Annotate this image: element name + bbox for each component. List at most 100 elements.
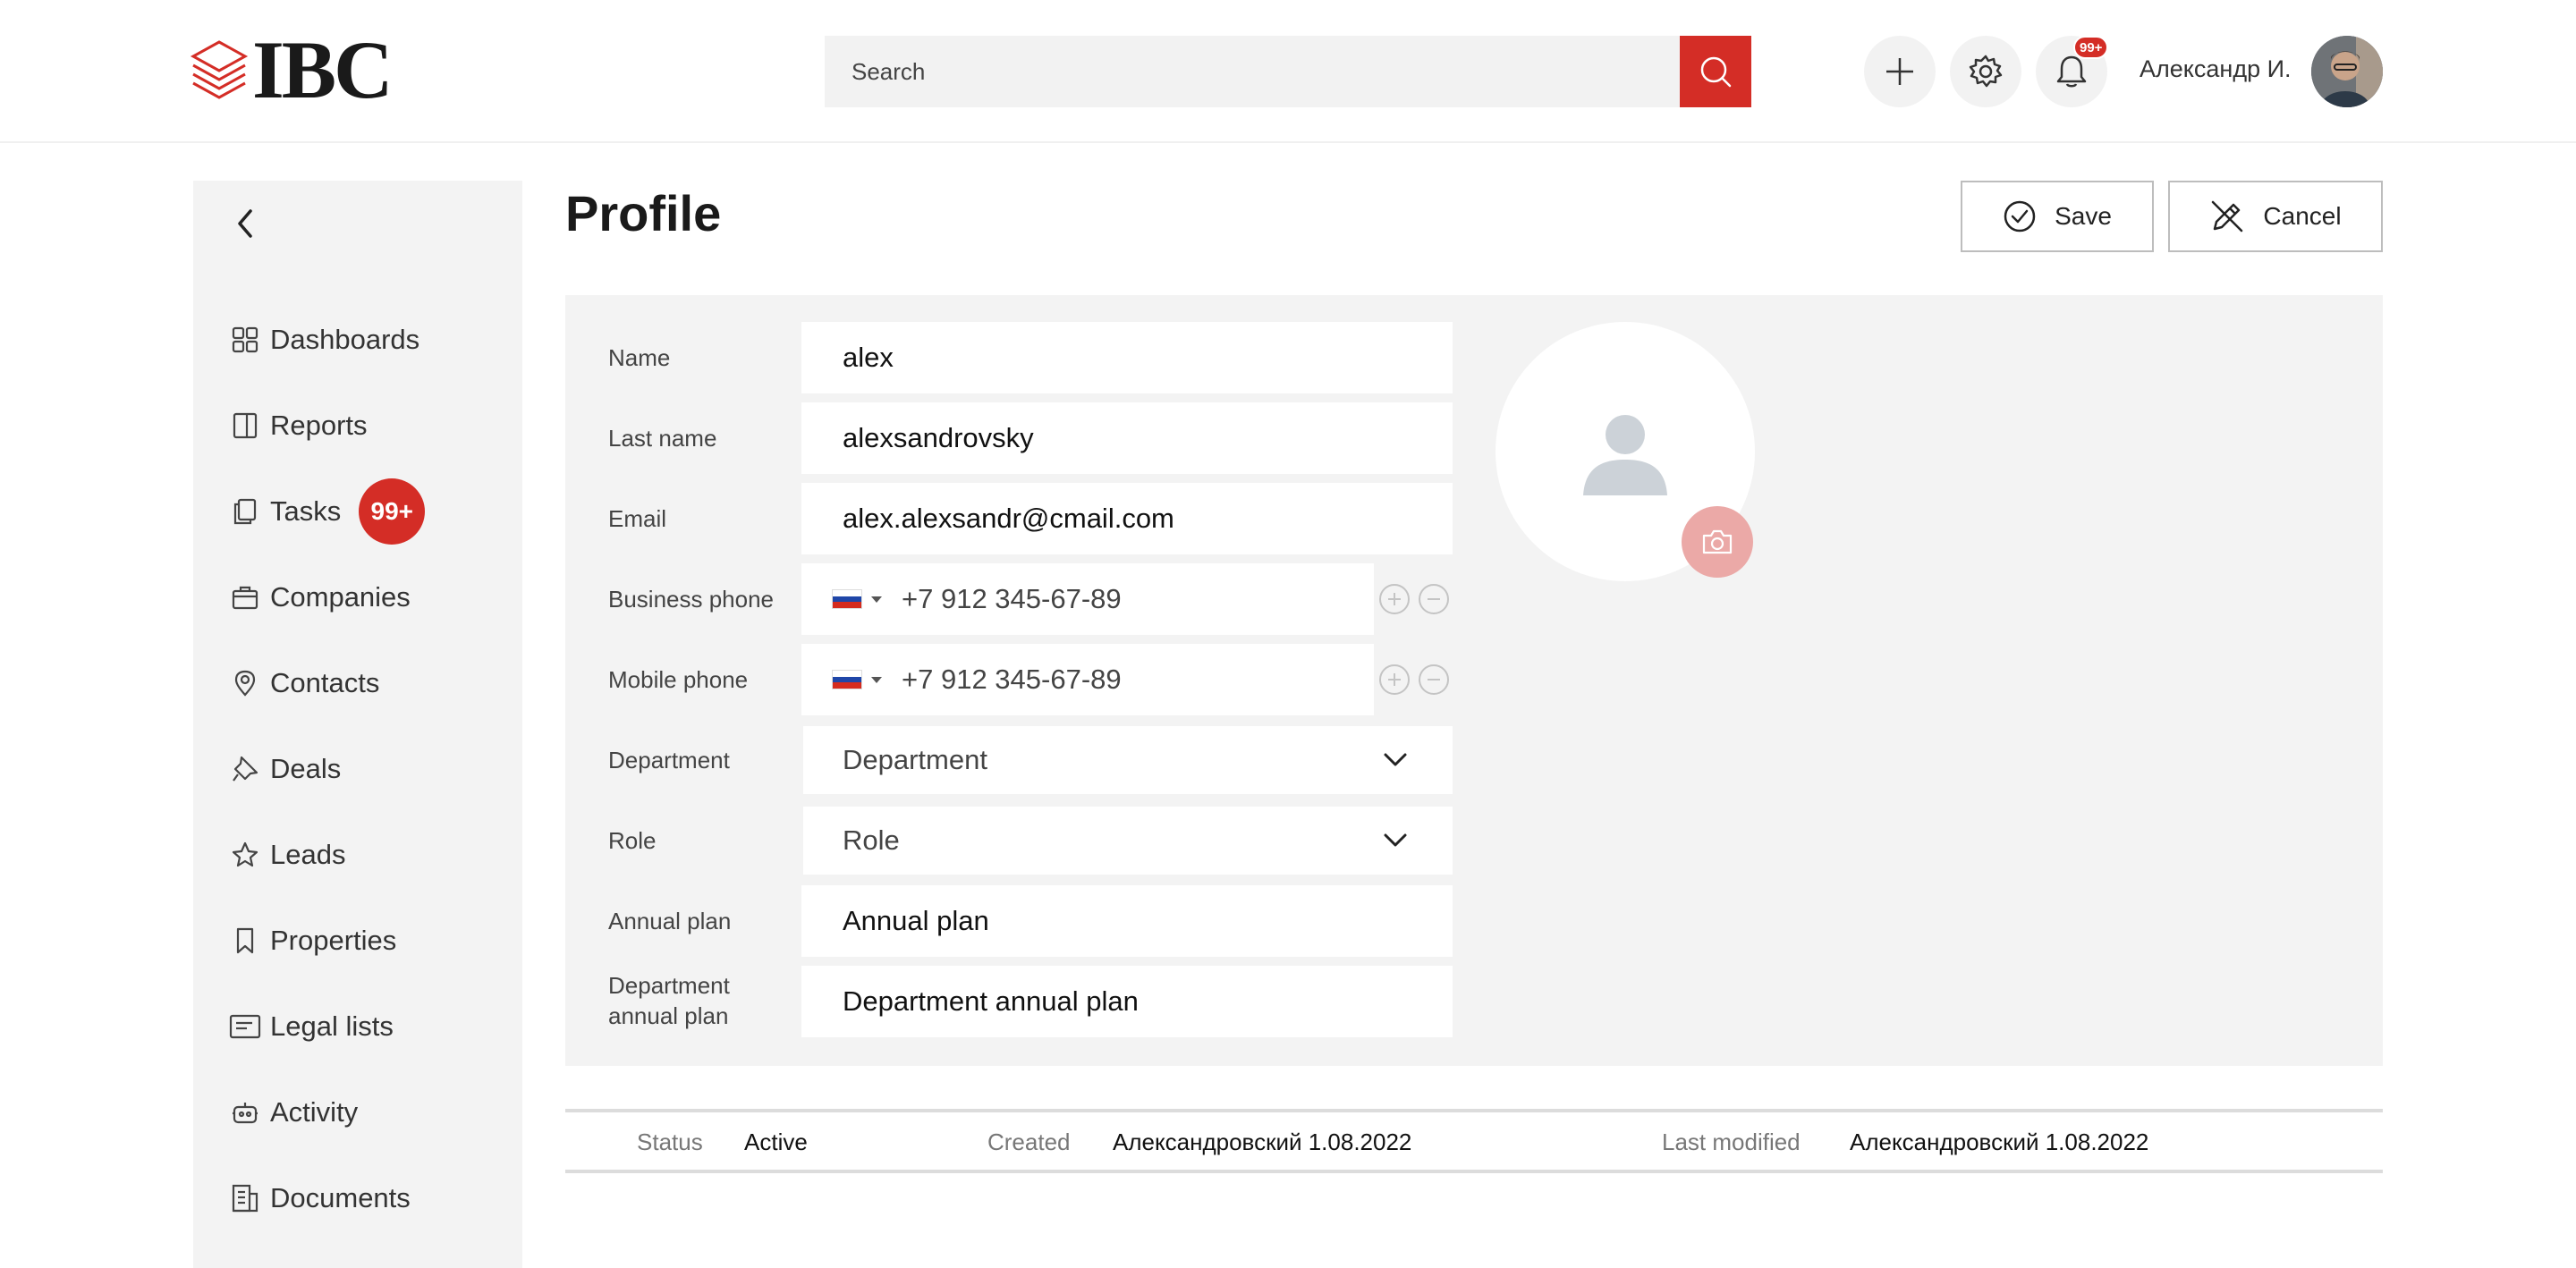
last-name-field-box [801, 402, 1453, 474]
logo-text: IBC [252, 24, 394, 115]
gear-icon [1969, 55, 2003, 88]
sidebar-item-companies[interactable]: Companies [229, 571, 411, 624]
bell-icon [2056, 55, 2087, 88]
sidebar-item-activity[interactable]: Activity [229, 1086, 358, 1139]
russia-flag-icon[interactable] [832, 589, 862, 609]
sidebar-item-label: Legal lists [270, 1010, 394, 1042]
sidebar-item-documents[interactable]: Documents [229, 1171, 411, 1225]
add-button[interactable] [1864, 36, 1936, 107]
record-info-bar: Status Active Created Александровский 1.… [565, 1109, 2383, 1173]
sidebar-item-legal-lists[interactable]: Legal lists [229, 1000, 394, 1053]
name-label: Name [608, 344, 671, 371]
business-phone-field[interactable]: +7 912 345-67-89 [801, 563, 1374, 635]
location-pin-icon [229, 667, 261, 699]
documents-icon [229, 1182, 261, 1214]
department-annual-plan-label-line2: annual plan [608, 1002, 729, 1029]
avatar[interactable] [2311, 36, 2383, 107]
business-phone-label: Business phone [608, 586, 775, 613]
save-button[interactable]: Save [1961, 181, 2154, 252]
chevron-down-icon [1384, 833, 1407, 847]
tasks-badge: 99+ [359, 478, 426, 545]
chevron-down-icon [1384, 753, 1407, 766]
sidebar-item-label: Deals [270, 753, 342, 784]
sidebar: Dashboards Reports Tasks 99+ Companies C… [193, 181, 522, 1268]
status-value: Active [744, 1129, 808, 1155]
profile-form: Name Last name Email Business phone +7 9… [565, 295, 2383, 1066]
search-input[interactable] [825, 36, 1680, 107]
last-name-input[interactable] [801, 402, 1453, 474]
department-annual-plan-field-box [801, 966, 1453, 1037]
created-value: Александровский 1.08.2022 [1113, 1129, 1412, 1155]
upload-photo-button[interactable] [1682, 506, 1753, 578]
page-title: Profile [565, 185, 722, 241]
last-modified-value: Александровский 1.08.2022 [1850, 1129, 2149, 1155]
sidebar-item-label: Companies [270, 581, 411, 613]
tasks-icon [229, 495, 261, 528]
department-label: Department [608, 747, 730, 773]
search-button[interactable] [1680, 36, 1751, 107]
add-business-phone-button[interactable] [1379, 584, 1410, 614]
sidebar-item-deals[interactable]: Deals [229, 742, 341, 796]
mobile-phone-label: Mobile phone [608, 666, 749, 693]
sidebar-item-contacts[interactable]: Contacts [229, 656, 379, 710]
cancel-button[interactable]: Cancel [2168, 181, 2383, 252]
plus-icon [1388, 673, 1401, 686]
notifications-button[interactable]: 99+ [2036, 36, 2109, 107]
department-annual-plan-label-line1: Department [608, 972, 730, 999]
pencil-crossed-icon [2212, 200, 2243, 232]
business-phone-value: +7 912 345-67-89 [902, 583, 1122, 614]
bookmark-icon [229, 925, 261, 957]
role-label: Role [608, 827, 657, 854]
remove-business-phone-button[interactable] [1419, 584, 1449, 614]
star-icon [229, 839, 261, 871]
email-field-box [801, 483, 1453, 554]
department-select[interactable]: Department [803, 726, 1453, 794]
search-icon [1700, 56, 1732, 88]
name-input[interactable] [801, 322, 1453, 393]
annual-plan-label: Annual plan [608, 908, 732, 934]
sidebar-item-dashboards[interactable]: Dashboards [229, 313, 419, 367]
annual-plan-input[interactable] [801, 885, 1453, 957]
back-button[interactable] [218, 199, 272, 249]
email-input[interactable] [801, 483, 1453, 554]
sidebar-item-properties[interactable]: Properties [229, 914, 396, 968]
companies-icon [229, 581, 261, 613]
pin-icon [229, 753, 261, 785]
created-label: Created [987, 1129, 1071, 1155]
settings-button[interactable] [1950, 36, 2021, 107]
sidebar-item-label: Activity [270, 1096, 359, 1128]
role-select[interactable]: Role [803, 807, 1453, 875]
name-field-box [801, 322, 1453, 393]
plus-icon [1886, 58, 1913, 85]
email-label: Email [608, 505, 667, 532]
caret-down-icon[interactable] [871, 676, 882, 683]
last-name-label: Last name [608, 425, 717, 452]
department-annual-plan-input[interactable] [801, 966, 1453, 1037]
sidebar-item-label: Tasks [270, 495, 342, 527]
reports-icon [229, 410, 261, 442]
sidebar-item-leads[interactable]: Leads [229, 828, 345, 882]
mobile-phone-value: +7 912 345-67-89 [902, 664, 1122, 695]
sidebar-item-label: Properties [270, 925, 397, 956]
chevron-left-icon [238, 209, 252, 238]
minus-icon [1428, 679, 1440, 680]
remove-mobile-phone-button[interactable] [1419, 664, 1449, 695]
sidebar-item-tasks[interactable]: Tasks 99+ [229, 478, 426, 545]
minus-icon [1428, 598, 1440, 600]
mobile-phone-field[interactable]: +7 912 345-67-89 [801, 644, 1374, 715]
ibc-logo[interactable]: IBC [190, 29, 394, 111]
caret-down-icon[interactable] [871, 596, 882, 603]
add-mobile-phone-button[interactable] [1379, 664, 1410, 695]
annual-plan-field-box [801, 885, 1453, 957]
sidebar-item-label: Leads [270, 839, 346, 870]
sidebar-item-label: Contacts [270, 667, 380, 698]
russia-flag-icon[interactable] [832, 670, 862, 689]
camera-icon [1702, 529, 1733, 554]
notifications-badge: 99+ [2073, 36, 2109, 59]
user-name[interactable]: Александр И. [2140, 55, 2292, 83]
save-button-label: Save [2055, 202, 2112, 230]
department-select-value: Department [843, 744, 987, 775]
sidebar-item-label: Reports [270, 410, 368, 441]
user-placeholder-icon [1583, 415, 1667, 495]
sidebar-item-reports[interactable]: Reports [229, 399, 368, 452]
